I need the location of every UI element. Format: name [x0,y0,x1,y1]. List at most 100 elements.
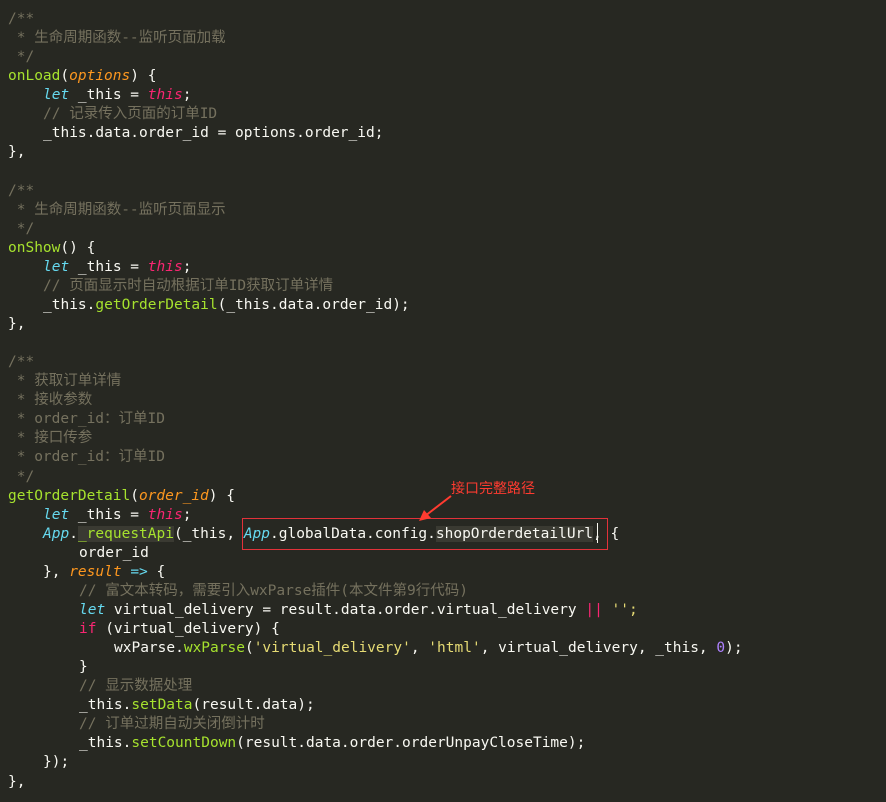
string: 'virtual_delivery' [253,640,411,657]
function-call: wxParse [183,640,245,657]
code-line: onLoad(options) { [0,67,886,86]
code-line: * order_id：订单ID [0,448,886,467]
code-text: (virtual_delivery) { [96,621,280,637]
function-call: setCountDown [131,735,237,752]
keyword: this [147,87,183,104]
punct: ( [244,640,254,657]
param: order_id [138,487,209,504]
punct: () { [60,239,96,256]
comment: // 显示数据处理 [79,678,193,695]
code-line: */ [0,220,886,239]
code-line: }, [0,773,886,792]
comment: * order_id：订单ID [8,449,165,466]
code-text: order_id [79,544,149,561]
punct: }); [43,754,70,771]
function-call: setData [131,697,193,714]
code-line: */ [0,468,886,487]
punct: ; [182,87,192,104]
annotation-arrow-icon [419,495,452,521]
punct: ) { [130,68,157,85]
punct: ) { [208,487,235,504]
keyword: let [43,87,70,104]
code-line: _this.setCountDown(result.data.order.ord… [0,734,886,753]
param: result [69,563,122,580]
comment: // 订单过期自动关闭倒计时 [79,716,265,733]
punct: } [79,659,88,676]
code-text: _this = [69,87,148,104]
code-line: onShow() { [0,239,886,258]
comment: * 接口传参 [8,430,93,447]
code-line: _this.setData(result.data); [0,696,886,715]
punct: ; [182,258,192,275]
code-line: * 生命周期函数--监听页面加载 [0,29,886,48]
keyword: this [147,258,183,275]
operator: || [585,601,603,618]
code-line: }, result => { [0,563,886,582]
code-line: if (virtual_delivery) { [0,620,886,639]
code-text: (result.data.order.orderUnpayCloseTime); [236,735,586,752]
code-line: let virtual_delivery = result.data.order… [0,601,886,620]
code-line: // 订单过期自动关闭倒计时 [0,715,886,734]
text-cursor [597,523,598,543]
code-line: // 页面显示时自动根据订单ID获取订单详情 [0,277,886,296]
string: ''; [602,601,638,618]
punct: ( [130,487,139,504]
comment: /** [8,182,35,199]
string: 'html' [428,640,481,657]
punct: ( [60,68,70,85]
code-line: /** [0,10,886,29]
code-text: wxParse. [114,640,184,657]
punct: }, [8,773,26,790]
punct: , [410,640,429,657]
code-line: }, [0,315,886,334]
comment: */ [8,468,35,485]
arrow-operator: => [121,563,157,580]
keyword: if [79,621,97,637]
code-line: * 接收参数 [0,391,886,410]
code-text: (_this, [173,525,244,542]
comment: * order_id：订单ID [8,411,165,428]
code-text: _this. [79,735,132,752]
number: 0 [716,640,726,657]
code-line: wxParse.wxParse('virtual_delivery', 'htm… [0,639,886,658]
code-text: _this. [43,296,96,313]
code-text: _this. [79,697,132,714]
param: options [69,68,131,85]
comment: // 富文本转码，需要引入wxParse插件(本文件第9行代码) [79,582,468,599]
code-line: * 获取订单详情 [0,372,886,391]
annotation-label: 接口完整路径 [451,481,535,497]
code-line: let _this = this; [0,258,886,277]
comment: * 接收参数 [8,392,93,409]
keyword: let [43,506,70,523]
app-object: App [43,525,70,542]
code-text: , virtual_delivery, _this, [480,640,717,657]
code-line: // 富文本转码，需要引入wxParse插件(本文件第9行代码) [0,582,886,601]
code-line: }, [0,143,886,162]
function-name: onShow [8,239,61,256]
code-text: _this = [69,258,148,275]
comment: * 获取订单详情 [8,373,122,390]
code-text: (_this.data.order_id); [217,296,410,313]
comment: */ [8,220,35,237]
function-name: onLoad [8,68,61,85]
code-text: (result.data); [192,697,315,714]
code-line: _this.data.order_id = options.order_id; [0,124,886,143]
code-line: _this.getOrderDetail(_this.data.order_id… [0,296,886,315]
code-line: }); [0,753,886,772]
code-text: _this = [69,506,148,523]
code-editor[interactable]: /** * 生命周期函数--监听页面加载 */ onLoad(options) … [0,10,886,792]
code-line: } [0,658,886,677]
code-line: * 接口传参 [0,429,886,448]
punct: }, [8,316,26,332]
punct: }, [8,144,26,161]
code-text: _this.data.order_id = options.order_id; [43,125,384,142]
keyword: let [43,258,70,275]
code-text: virtual_delivery = result.data.order.vir… [105,601,586,618]
comment: * 生命周期函数--监听页面显示 [8,201,226,218]
comment: * 生命周期函数--监听页面加载 [8,30,226,47]
code-line: // 显示数据处理 [0,677,886,696]
function-call: _requestApi [77,525,174,542]
keyword: this [147,506,183,523]
